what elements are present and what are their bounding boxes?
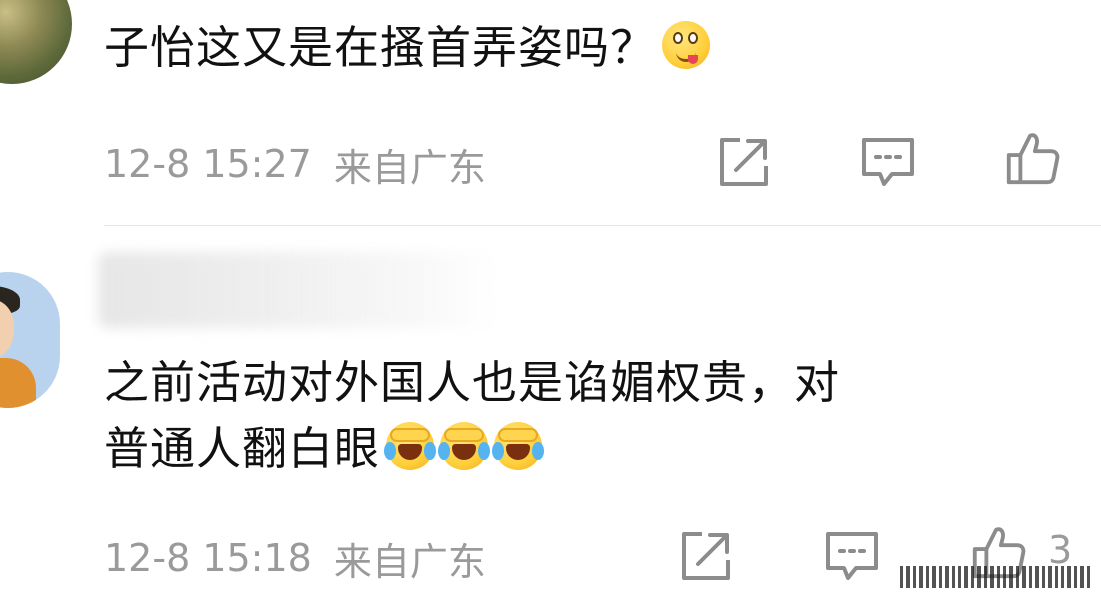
username-redacted [98,252,498,328]
comment-location: 来自广东 [333,145,486,190]
comment-location: 来自广东 [333,539,486,584]
comment-line-1: 之前活动对外国人也是谄媚权贵，对 [104,356,841,409]
tongue-out-emoji-icon [662,21,711,69]
comment-line-2: 普通人翻白眼 [104,416,840,482]
avatar[interactable] [0,0,72,84]
avatar[interactable] [0,272,60,408]
comment-meta: 12-8 15:27 来自广东 [104,136,486,192]
comment-icon[interactable] [822,526,882,586]
comment-timestamp: 12-8 15:27 [104,142,312,186]
share-icon[interactable] [714,132,774,192]
comment-text: 之前活动对外国人也是谄媚权贵，对 普通人翻白眼 [104,350,840,482]
comment-icon[interactable] [858,132,918,192]
thumbs-up-icon[interactable] [1002,128,1062,188]
laugh-cry-emoji-icon [492,422,545,470]
comment-text: 子怡这又是在搔首弄姿吗？ [104,15,711,81]
laugh-cry-emoji-icon [438,422,491,470]
watermark [900,564,1091,590]
comment-timestamp: 12-8 15:18 [104,536,312,580]
laugh-cry-emoji-icon [384,422,437,470]
comment-list: 子怡这又是在搔首弄姿吗？ 12-8 15:27 来自广东 之前活动对外国人也是谄… [0,0,1101,612]
divider [104,225,1101,226]
share-icon[interactable] [676,526,736,586]
comment-line-2-text: 普通人翻白眼 [104,422,381,475]
comment-meta: 12-8 15:18 来自广东 [104,530,486,586]
comment-body: 子怡这又是在搔首弄姿吗？ [104,21,657,74]
